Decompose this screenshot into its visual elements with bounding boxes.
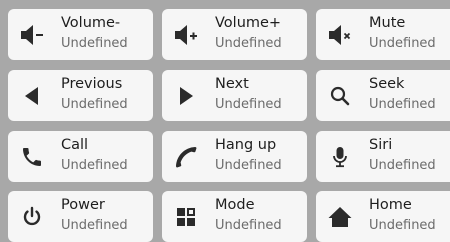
button-label: Call	[61, 137, 89, 153]
button-label: Previous	[61, 76, 123, 92]
next-icon	[171, 83, 201, 109]
next-button[interactable]: Next Undefined	[162, 70, 307, 121]
mute-button[interactable]: Mute Undefined	[316, 9, 450, 60]
button-label: Power	[61, 197, 105, 213]
button-value: Undefined	[215, 218, 282, 233]
button-value: Undefined	[215, 158, 282, 173]
button-label: Seek	[369, 76, 405, 92]
button-value: Undefined	[61, 36, 128, 51]
call-button[interactable]: Call Undefined	[8, 131, 153, 182]
mode-grid-icon	[171, 204, 201, 230]
button-label: Volume+	[215, 15, 282, 31]
button-value: Undefined	[369, 36, 436, 51]
button-label: Home	[369, 197, 412, 213]
button-value: Undefined	[215, 97, 282, 112]
button-value: Undefined	[369, 158, 436, 173]
button-value: Undefined	[61, 158, 128, 173]
volume-down-icon	[17, 22, 47, 48]
button-value: Undefined	[61, 97, 128, 112]
search-icon	[325, 83, 355, 109]
button-value: Undefined	[215, 36, 282, 51]
button-label: Hang up	[215, 137, 277, 153]
previous-button[interactable]: Previous Undefined	[8, 70, 153, 121]
previous-icon	[17, 83, 47, 109]
hang-up-button[interactable]: Hang up Undefined	[162, 131, 307, 182]
button-label: Volume-	[61, 15, 121, 31]
home-button[interactable]: Home Undefined	[316, 191, 450, 242]
home-icon	[325, 204, 355, 230]
power-icon	[17, 204, 47, 230]
mute-icon	[325, 22, 355, 48]
button-label: Siri	[369, 137, 393, 153]
volume-up-icon	[171, 22, 201, 48]
button-value: Undefined	[369, 97, 436, 112]
phone-icon	[17, 144, 47, 170]
button-label: Next	[215, 76, 249, 92]
siri-button[interactable]: Siri Undefined	[316, 131, 450, 182]
volume-down-button[interactable]: Volume- Undefined	[8, 9, 153, 60]
microphone-icon	[325, 144, 355, 170]
hang-up-icon	[171, 144, 201, 170]
button-value: Undefined	[369, 218, 436, 233]
power-button[interactable]: Power Undefined	[8, 191, 153, 242]
mode-button[interactable]: Mode Undefined	[162, 191, 307, 242]
seek-button[interactable]: Seek Undefined	[316, 70, 450, 121]
button-value: Undefined	[61, 218, 128, 233]
button-label: Mode	[215, 197, 255, 213]
button-label: Mute	[369, 15, 406, 31]
volume-up-button[interactable]: Volume+ Undefined	[162, 9, 307, 60]
